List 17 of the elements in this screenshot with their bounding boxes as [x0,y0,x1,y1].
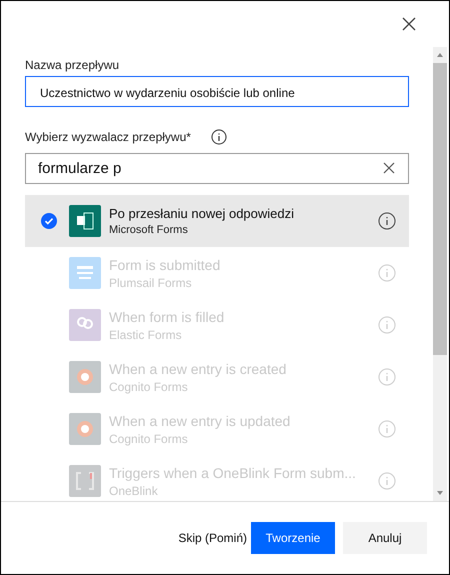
scrollbar-thumb[interactable] [433,63,447,355]
clear-icon[interactable] [383,162,395,174]
info-icon[interactable] [378,212,396,230]
trigger-label: Wybierz wyzwalacz przepływu* [25,130,191,144]
create-button[interactable]: Tworzenie [251,522,335,554]
scrollbar[interactable] [433,47,447,501]
checkmark-icon [41,213,57,229]
skip-button[interactable]: Skip (Pomiń) [174,522,251,554]
trigger-item[interactable]: Po przesłaniu nowej odpowiedzi Microsoft Forms [25,195,409,247]
flow-name-label: Nazwa przepływu [25,58,120,72]
search-field[interactable]: formularze p [25,153,409,184]
flow-name-field[interactable]: Uczestnictwo w wydarzeniu osobiście lub online [25,76,409,107]
trigger-title: Po przesłaniu nowej odpowiedzi [109,206,296,221]
connector-name: Microsoft Forms [109,224,189,236]
close-icon[interactable] [402,17,416,31]
cancel-button[interactable]: Anuluj [343,522,427,554]
info-icon[interactable] [210,129,227,145]
